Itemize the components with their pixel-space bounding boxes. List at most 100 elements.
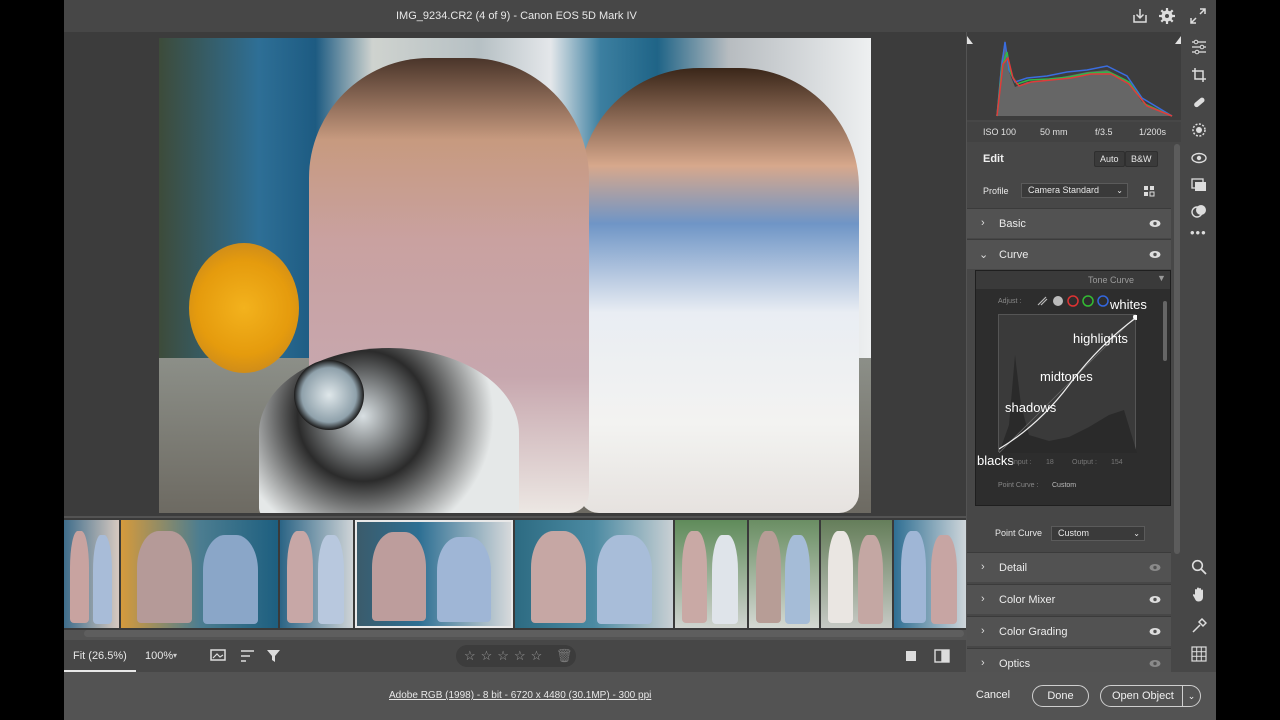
curve-label-whites: whites (1110, 297, 1147, 312)
thumbnail[interactable] (64, 520, 119, 628)
title-bar: IMG_9234.CR2 (4 of 9) - Canon EOS 5D Mar… (64, 0, 1216, 32)
snapshots-icon[interactable] (1191, 177, 1207, 193)
eye-icon[interactable] (1149, 627, 1161, 636)
auto-button[interactable]: Auto (1094, 151, 1125, 167)
filter-icon[interactable] (266, 649, 282, 663)
red-eye-icon[interactable] (1191, 150, 1207, 166)
triangle-down-icon: ▼ (1157, 273, 1166, 283)
adjust-label: Adjust : (998, 298, 1022, 305)
focal-length-value: 50 mm (1040, 127, 1068, 137)
thumbnail[interactable] (894, 520, 966, 628)
sort-icon[interactable] (240, 649, 256, 663)
tone-curve-panel[interactable]: Tone Curve ▼ Adjust : whites highlights … (975, 270, 1171, 506)
cancel-button[interactable]: Cancel (964, 685, 1022, 707)
done-button[interactable]: Done (1032, 685, 1089, 707)
section-color-mixer-label: Color Mixer (999, 594, 1056, 606)
eye-icon[interactable] (1149, 563, 1161, 572)
eye-icon[interactable] (1149, 250, 1161, 259)
tone-curve-scrollbar[interactable] (1163, 301, 1167, 361)
image-canvas[interactable] (64, 32, 966, 516)
view-toolbar: Fit (26.5%) 100% ▾ ☆☆☆☆☆ 🗑 (64, 640, 966, 672)
presets-icon[interactable] (1191, 203, 1207, 219)
edit-sliders-icon[interactable] (1191, 39, 1207, 55)
full-screen-icon[interactable] (1189, 7, 1207, 25)
thumbnail[interactable] (675, 520, 747, 628)
fit-zoom-button[interactable]: Fit (26.5%) (64, 640, 136, 672)
eye-icon[interactable] (1149, 595, 1161, 604)
profile-row: Profile Camera Standard ⌄ (967, 176, 1181, 206)
workflow-options-link[interactable]: Adobe RGB (1998) - 8 bit - 6720 x 4480 (… (389, 690, 651, 701)
section-basic[interactable]: › Basic (967, 208, 1171, 238)
zoom-icon[interactable] (1191, 559, 1207, 575)
iso-value: ISO 100 (983, 127, 1017, 137)
shutter-value: 1/200s (1139, 127, 1167, 137)
thumbnail[interactable] (515, 520, 673, 628)
input-label: Input : (1012, 459, 1032, 466)
gear-icon[interactable] (1158, 7, 1176, 25)
healing-brush-icon[interactable] (1191, 94, 1207, 110)
chevron-right-icon: › (981, 593, 985, 605)
section-optics[interactable]: › Optics (967, 648, 1171, 672)
embedded-point-curve-value[interactable]: Custom (1052, 482, 1076, 489)
tool-strip: ••• (1181, 32, 1216, 672)
filmstrip-scrollbar[interactable] (84, 630, 964, 637)
single-view-icon[interactable] (904, 649, 918, 663)
before-after-icon[interactable] (934, 648, 950, 664)
output-label: Output : (1072, 459, 1097, 466)
channel-selector[interactable] (1036, 294, 1112, 308)
chevron-right-icon: › (981, 625, 985, 637)
thumbnail[interactable] (280, 520, 353, 628)
section-curve[interactable]: ⌄ Curve (967, 239, 1171, 269)
edit-title: Edit (983, 153, 1004, 165)
thumbnail[interactable] (821, 520, 892, 628)
trash-icon: 🗑 (555, 648, 573, 663)
thumbnail[interactable] (749, 520, 819, 628)
more-icon[interactable]: ••• (1190, 225, 1207, 240)
histogram (967, 32, 1181, 120)
thumbnail[interactable] (121, 520, 278, 628)
histogram-graph (967, 36, 1181, 117)
section-color-grading[interactable]: › Color Grading (967, 616, 1171, 646)
profile-select[interactable]: Camera Standard ⌄ (1021, 183, 1128, 198)
tone-curve-title: Tone Curve (1088, 275, 1135, 285)
grid-overlay-icon[interactable] (1191, 646, 1207, 662)
photo-sunflowers (189, 243, 299, 373)
thumbnail-selected[interactable] (355, 520, 513, 628)
filmstrip-toggle-icon[interactable] (210, 649, 228, 663)
masking-icon[interactable] (1191, 122, 1207, 138)
curve-label-midtones: midtones (1040, 369, 1093, 384)
chevron-right-icon: › (981, 657, 985, 669)
chevron-down-icon[interactable]: ⌄ (1182, 686, 1200, 706)
panel-scrollbar[interactable] (1174, 144, 1180, 554)
curve-label-shadows: shadows (1005, 400, 1057, 415)
chevron-down-icon: ⌄ (1133, 529, 1140, 538)
section-color-mixer[interactable]: › Color Mixer (967, 584, 1171, 614)
save-image-icon[interactable] (1131, 7, 1149, 25)
point-curve-value: Custom (1058, 528, 1090, 538)
crop-icon[interactable] (1191, 67, 1207, 83)
section-detail[interactable]: › Detail (967, 552, 1171, 582)
chevron-right-icon: › (981, 561, 985, 573)
tone-curve-header: Tone Curve ▼ (976, 271, 1170, 289)
hand-icon[interactable] (1191, 586, 1207, 602)
point-curve-select[interactable]: Custom ⌄ (1051, 526, 1145, 541)
star-rating[interactable]: ☆☆☆☆☆ 🗑 (456, 645, 576, 667)
eye-icon[interactable] (1149, 659, 1161, 668)
embedded-point-curve-label: Point Curve : (998, 482, 1039, 489)
white-balance-eyedropper-icon[interactable] (1191, 618, 1207, 634)
open-object-button[interactable]: Open Object ⌄ (1100, 685, 1201, 707)
section-detail-label: Detail (999, 562, 1028, 574)
curve-label-blacks: blacks (977, 453, 1014, 468)
chevron-down-icon[interactable]: ▾ (173, 651, 177, 660)
eye-icon[interactable] (1149, 219, 1161, 228)
photo-headlight (294, 360, 364, 430)
point-curve-row: Point Curve Custom ⌄ (967, 518, 1171, 548)
curve-label-highlights: highlights (1073, 331, 1128, 346)
photo-woman (579, 68, 859, 513)
profile-browser-icon[interactable] (1143, 185, 1156, 198)
edit-panel: ISO 100 50 mm f/3.5 1/200s Edit Auto B&W… (967, 32, 1181, 672)
filmstrip (64, 518, 966, 630)
exif-bar: ISO 100 50 mm f/3.5 1/200s (967, 122, 1181, 142)
bw-button[interactable]: B&W (1125, 151, 1158, 167)
section-basic-label: Basic (999, 218, 1026, 230)
